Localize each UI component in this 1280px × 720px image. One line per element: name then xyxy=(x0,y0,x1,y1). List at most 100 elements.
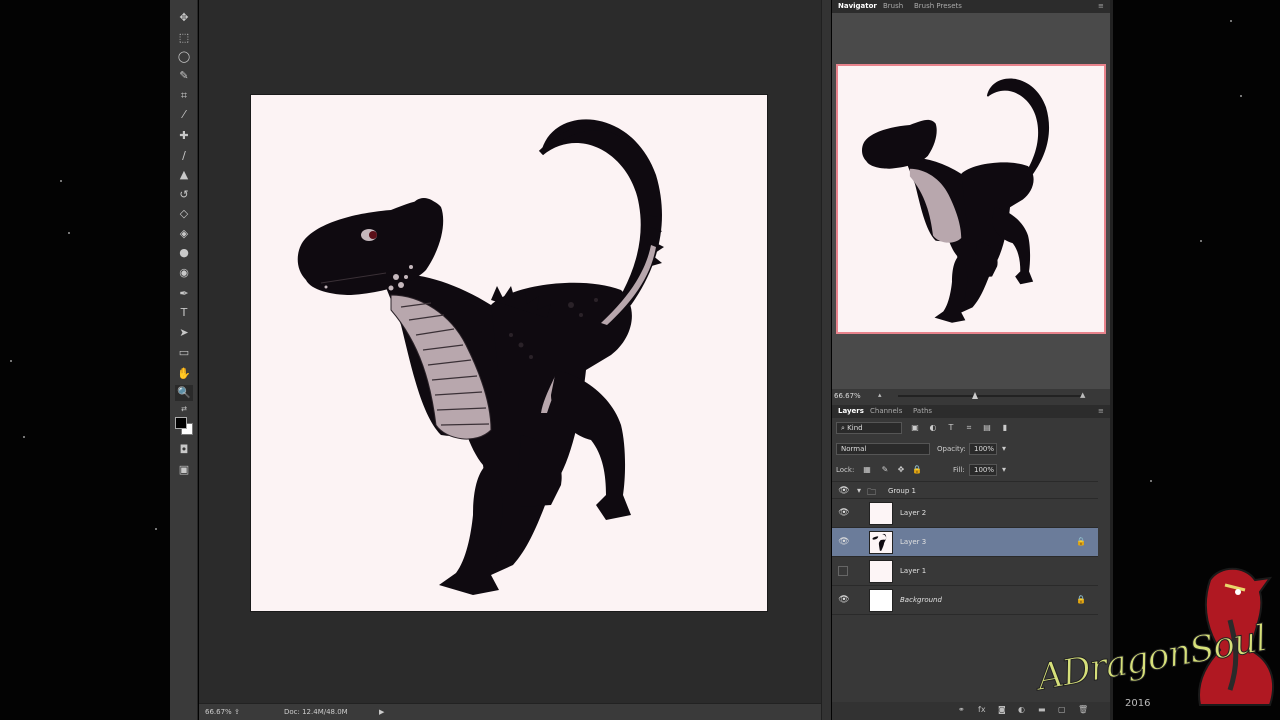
layer-row-group-1[interactable]: 👁 ▾ 🗀 Group 1 xyxy=(832,481,1098,499)
doc-size: Doc: 12.4M/48.0M xyxy=(284,708,348,716)
path-select-icon[interactable]: ➤ xyxy=(175,325,193,341)
type-icon[interactable]: T xyxy=(175,305,193,321)
navigator-view xyxy=(832,13,1110,389)
zoom-icon[interactable]: 🔍 xyxy=(175,385,193,401)
tools-panel: ✥ ⬚ ◯ ✎ ⌗ ⁄ ✚ ∕ ▲ ↺ ◇ ◈ ● ◉ ✒ T ➤ ▭ ✋ 🔍 … xyxy=(170,0,198,720)
tab-brush[interactable]: Brush xyxy=(883,2,903,10)
filter-kind-select[interactable]: ⌕ Kind xyxy=(836,422,902,434)
brush-icon[interactable]: ∕ xyxy=(175,148,193,164)
navigator-footer: 66.67% ▴ ▲ xyxy=(832,389,1110,403)
tab-layers[interactable]: Layers xyxy=(838,407,864,415)
status-menu-arrow-icon[interactable]: ▶ xyxy=(379,708,384,716)
lasso-icon[interactable]: ◯ xyxy=(175,49,193,65)
opacity-dropdown-icon[interactable]: ▾ xyxy=(999,444,1009,454)
layer-style-icon[interactable]: fx xyxy=(978,705,986,714)
visibility-eye-icon[interactable]: 👁 xyxy=(838,486,850,496)
workspace-scrollbar[interactable] xyxy=(821,0,831,720)
crop-icon[interactable]: ⌗ xyxy=(175,88,193,104)
group-expand-icon[interactable]: ▾ xyxy=(857,486,861,495)
layer-mask-icon[interactable]: ◙ xyxy=(998,705,1006,714)
panel-menu-icon[interactable]: ≡ xyxy=(1098,2,1104,10)
marquee-icon[interactable]: ⬚ xyxy=(175,30,193,46)
move-icon[interactable]: ✥ xyxy=(175,10,193,26)
layer-thumbnail-art xyxy=(872,533,887,552)
visibility-eye-icon[interactable]: 👁 xyxy=(838,537,850,547)
blend-mode-select[interactable]: Normal xyxy=(836,443,930,455)
watermark-year: 2016 xyxy=(1125,698,1151,709)
layer-thumbnail xyxy=(869,531,893,554)
visibility-toggle-off[interactable] xyxy=(838,566,848,576)
stamp-icon[interactable]: ▲ xyxy=(175,167,193,183)
layer-name: Group 1 xyxy=(888,487,916,495)
filter-pixel-icon[interactable]: ▣ xyxy=(910,423,920,433)
eraser-icon[interactable]: ◇ xyxy=(175,206,193,222)
speck xyxy=(1200,240,1202,242)
history-brush-icon[interactable]: ↺ xyxy=(175,187,193,203)
layer-name: Layer 1 xyxy=(900,567,927,575)
layer-thumbnail xyxy=(869,502,893,525)
zoom-out-icon[interactable]: ▴ xyxy=(878,391,882,399)
lock-label: Lock: xyxy=(836,466,855,474)
foreground-color-swatch[interactable] xyxy=(175,417,187,429)
lock-position-icon[interactable]: ✥ xyxy=(896,465,906,475)
pen-icon[interactable]: ✒ xyxy=(175,286,193,302)
status-zoom[interactable]: 66.67% xyxy=(205,708,232,716)
filter-smart-object-icon[interactable]: ▤ xyxy=(982,423,992,433)
layer-name: Background xyxy=(900,596,942,604)
lock-all-icon[interactable]: 🔒 xyxy=(912,465,922,475)
tab-brush-presets[interactable]: Brush Presets xyxy=(914,2,962,10)
tab-paths[interactable]: Paths xyxy=(913,407,932,415)
eyedropper-icon[interactable]: ⁄ xyxy=(175,107,193,123)
lock-image-icon[interactable]: ✎ xyxy=(880,465,890,475)
layers-panel-menu-icon[interactable]: ≡ xyxy=(1098,407,1104,415)
quick-select-icon[interactable]: ✎ xyxy=(175,68,193,84)
opacity-label: Opacity: xyxy=(937,445,966,453)
layer-row-layer-3[interactable]: 👁 Layer 3 🔒 xyxy=(832,528,1098,557)
zoom-in-icon[interactable]: ▲ xyxy=(1080,391,1085,399)
visibility-eye-icon[interactable]: 👁 xyxy=(838,508,850,518)
navigator-zoom[interactable]: 66.67% xyxy=(834,392,861,400)
document-canvas[interactable] xyxy=(250,94,768,612)
navigator-preview[interactable] xyxy=(836,64,1106,334)
default-colors-icon[interactable]: ⇄ xyxy=(175,401,193,417)
adjustment-layer-icon[interactable]: ◐ xyxy=(1018,705,1025,714)
dragon-artwork xyxy=(297,119,664,595)
dodge-icon[interactable]: ◉ xyxy=(175,265,193,281)
status-bar: 66.67% ⇪ Doc: 12.4M/48.0M ▶ xyxy=(199,703,821,720)
blur-icon[interactable]: ● xyxy=(175,245,193,261)
fill-field[interactable]: 100% xyxy=(969,464,997,476)
layer-name: Layer 3 xyxy=(900,538,927,546)
filter-toggle-icon[interactable]: ▮ xyxy=(1000,423,1010,433)
tab-navigator[interactable]: Navigator xyxy=(838,2,877,10)
document-workspace xyxy=(199,0,821,703)
speck xyxy=(23,436,25,438)
speck xyxy=(1240,95,1242,97)
filter-shape-icon[interactable]: ⌗ xyxy=(964,423,974,433)
layer-row-layer-2[interactable]: 👁 Layer 2 xyxy=(832,499,1098,528)
navigator-thumbnail-art xyxy=(861,78,1050,323)
export-icon[interactable]: ⇪ xyxy=(234,708,240,716)
layer-lock-icon: 🔒 xyxy=(1076,537,1086,546)
filter-adjustment-icon[interactable]: ◐ xyxy=(928,423,938,433)
paint-bucket-icon[interactable]: ◈ xyxy=(175,226,193,242)
speck xyxy=(155,528,157,530)
quick-mask-icon[interactable]: ◘ xyxy=(175,442,193,458)
rectangle-icon[interactable]: ▭ xyxy=(175,345,193,361)
hand-icon[interactable]: ✋ xyxy=(175,366,193,382)
lock-transparent-icon[interactable]: ▦ xyxy=(862,465,872,475)
zoom-slider[interactable] xyxy=(898,395,1084,397)
fill-dropdown-icon[interactable]: ▾ xyxy=(999,465,1009,475)
opacity-field[interactable]: 100% xyxy=(969,443,997,455)
layer-thumbnail xyxy=(869,560,893,583)
layer-name: Layer 2 xyxy=(900,509,927,517)
filter-type-icon[interactable]: T xyxy=(946,423,956,433)
tab-channels[interactable]: Channels xyxy=(870,407,902,415)
speck xyxy=(10,360,12,362)
visibility-eye-icon[interactable]: 👁 xyxy=(838,595,850,605)
link-layers-icon[interactable]: ⚭ xyxy=(958,705,965,714)
healing-brush-icon[interactable]: ✚ xyxy=(175,128,193,144)
navigator-tab-row: Navigator Brush Brush Presets ≡ xyxy=(832,0,1110,13)
speck xyxy=(1150,480,1152,482)
screen-mode-icon[interactable]: ▣ xyxy=(175,462,193,478)
watermark: ADragonSoul 2016 xyxy=(1030,560,1280,720)
